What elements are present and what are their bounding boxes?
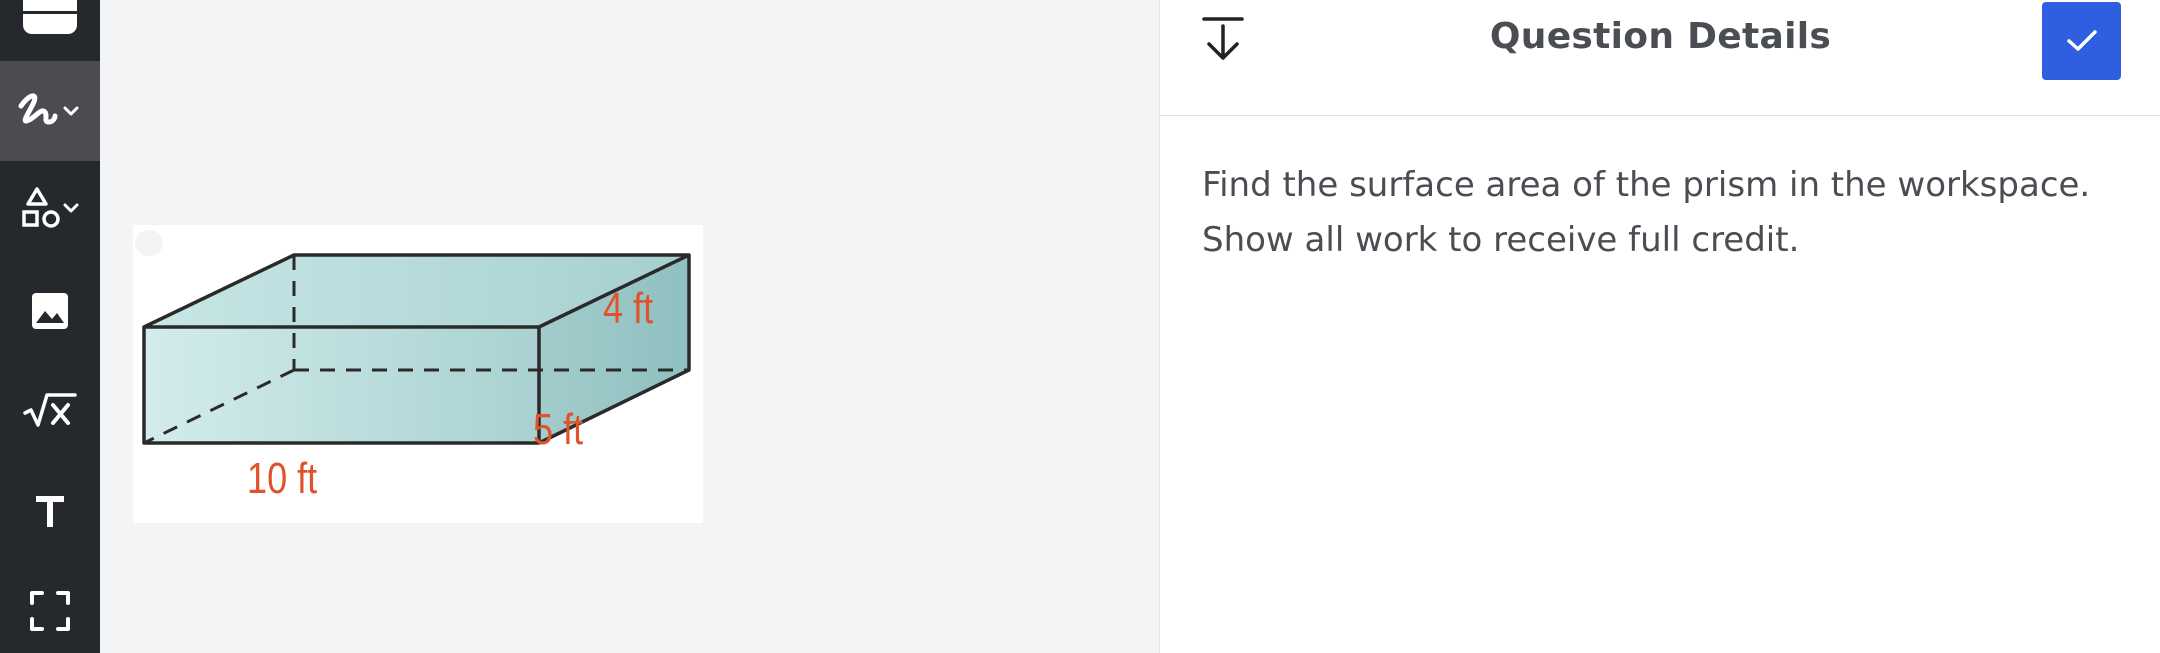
shapes-tool-button[interactable] (0, 161, 100, 261)
app-root: 4 ft 5 ft 10 ft Question Details Find th… (0, 0, 2160, 653)
math-tool-button[interactable] (0, 361, 100, 461)
fullscreen-tool-button[interactable] (0, 561, 100, 653)
sqrt-x-icon (23, 393, 77, 427)
workspace-canvas[interactable]: 4 ft 5 ft 10 ft (100, 0, 1159, 653)
question-line: Show all work to receive full credit. (1202, 220, 1800, 260)
prism-image[interactable]: 4 ft 5 ft 10 ft (133, 225, 703, 523)
pen-icon (18, 93, 79, 125)
rectangular-prism-figure (135, 230, 691, 445)
menu-button[interactable] (0, 0, 100, 60)
fullscreen-icon (30, 591, 70, 631)
height-dimension-label: 4 ft (603, 284, 654, 333)
text-tool-button[interactable] (0, 461, 100, 561)
image-tool-button[interactable] (0, 261, 100, 361)
text-icon (36, 496, 64, 527)
draw-tool-button[interactable] (0, 61, 100, 161)
confirm-button[interactable] (2042, 2, 2121, 80)
left-toolbar (0, 0, 100, 653)
width-dimension-label: 5 ft (533, 405, 584, 454)
panel-header: Question Details (1160, 0, 2160, 116)
shapes-icon (22, 187, 79, 228)
panel-title: Question Details (1489, 16, 1832, 57)
question-details-panel: Question Details Find the surface area o… (1159, 0, 2160, 653)
question-text: Find the surface area of the prism in th… (1202, 158, 2102, 268)
image-icon (32, 293, 68, 329)
menu-icon (23, 0, 77, 34)
question-line: Find the surface area of the prism in th… (1202, 165, 2091, 205)
length-dimension-label: 10 ft (247, 454, 318, 503)
checkmark-icon (2066, 30, 2097, 51)
